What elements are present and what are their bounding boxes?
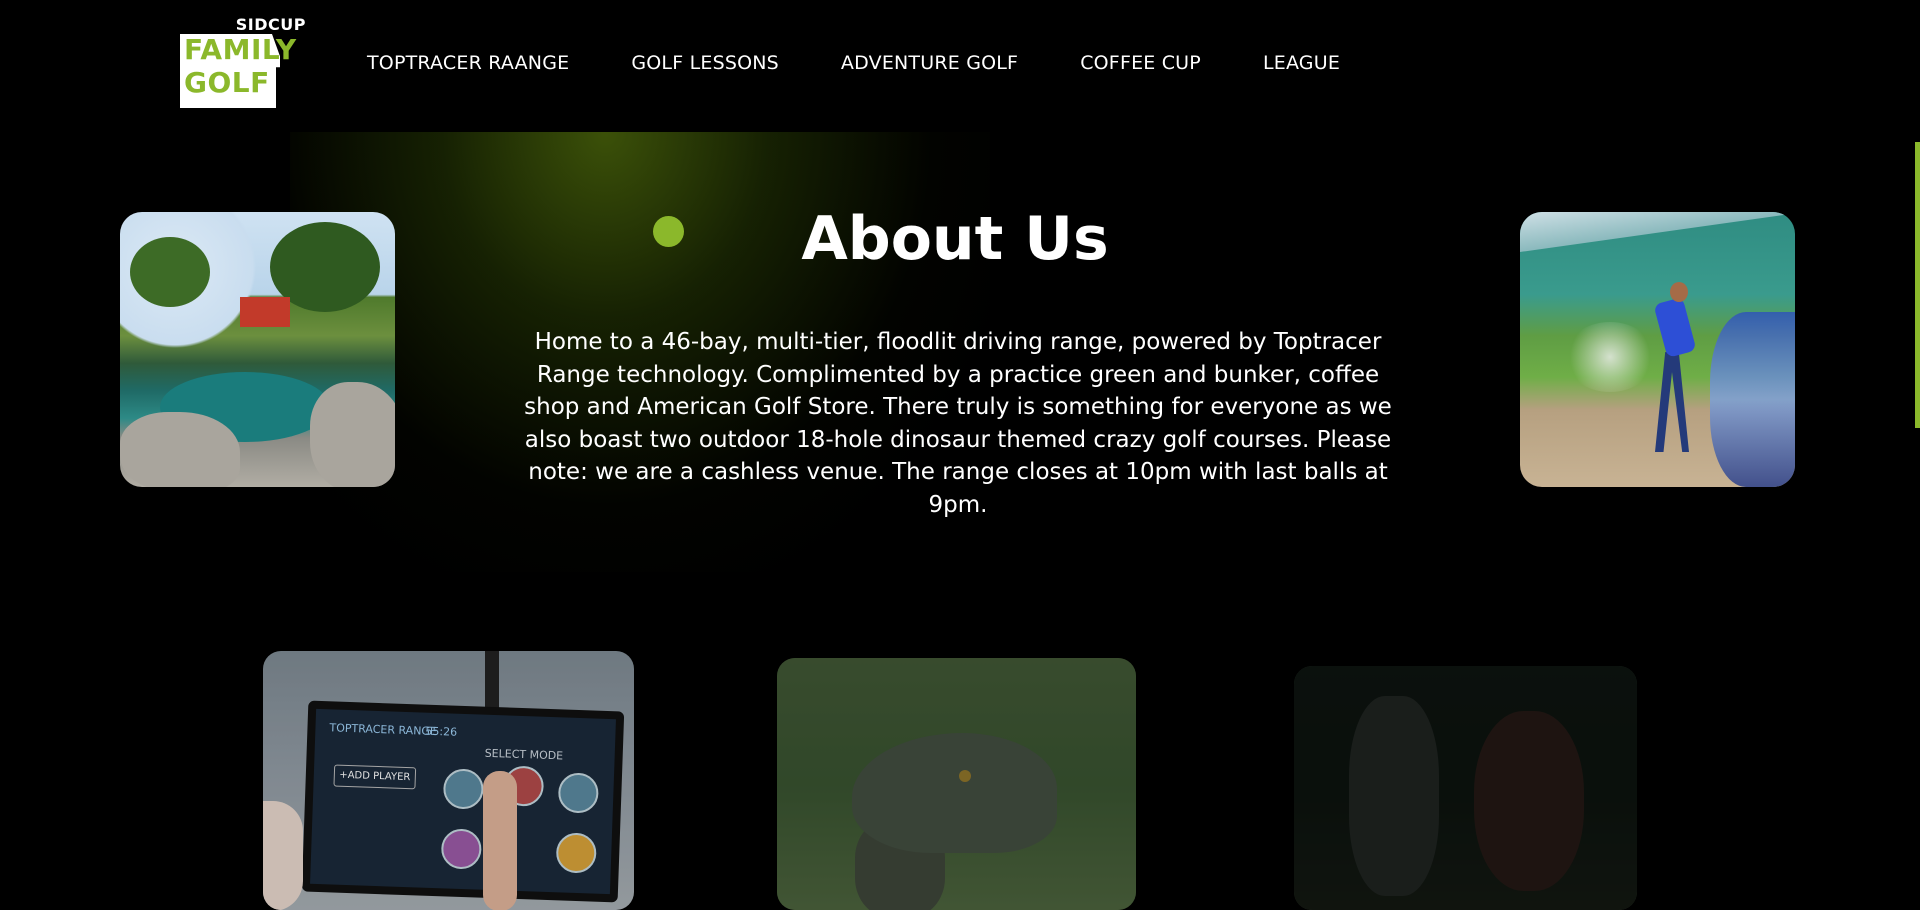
rock-shape bbox=[310, 382, 395, 487]
scrollbar-thumb[interactable] bbox=[1915, 142, 1920, 428]
nav-item-adventure-golf[interactable]: ADVENTURE GOLF bbox=[841, 52, 1018, 74]
range-roof-shape bbox=[1520, 212, 1795, 252]
sand-spray-shape bbox=[1565, 322, 1655, 392]
page-scrollbar[interactable] bbox=[1915, 0, 1920, 910]
about-description: Home to a 46-bay, multi-tier, floodlit d… bbox=[524, 329, 1392, 518]
nav-item-league[interactable]: LEAGUE bbox=[1263, 52, 1340, 74]
rock-shape bbox=[120, 412, 240, 487]
card-overlay bbox=[777, 658, 1136, 910]
tree-shape bbox=[130, 237, 210, 307]
logo-line-1: FAMILY bbox=[184, 33, 297, 66]
sidcup-family-golf-logo[interactable]: SIDCUP FAMILY GOLF bbox=[180, 13, 306, 112]
card-overlay bbox=[1294, 666, 1637, 910]
card-overlay bbox=[263, 651, 634, 910]
golfer-head-shape bbox=[1670, 282, 1688, 302]
nav-item-toptracer-range[interactable]: TOPTRACER RAANGE bbox=[367, 52, 569, 74]
hut-shape bbox=[240, 297, 290, 327]
golfer-body-shape bbox=[1653, 297, 1697, 358]
nav-item-golf-lessons[interactable]: GOLF LESSONS bbox=[631, 52, 779, 74]
site-header: SIDCUP FAMILY GOLF TOPTRACER RAANGE GOLF… bbox=[0, 0, 1920, 132]
nav-item-coffee-cup[interactable]: COFFEE CUP bbox=[1080, 52, 1201, 74]
accent-dot-icon bbox=[653, 216, 684, 247]
card-adventure-golf[interactable] bbox=[777, 658, 1136, 910]
crazy-golf-photo bbox=[120, 212, 395, 487]
card-toptracer-range[interactable]: TOPTRACER RANGE 55:26 SELECT MODE +ADD P… bbox=[263, 651, 634, 910]
card-golf-lessons[interactable] bbox=[1294, 666, 1637, 910]
page: SIDCUP FAMILY GOLF TOPTRACER RAANGE GOLF… bbox=[0, 0, 1920, 910]
golfer-swing-photo bbox=[1520, 212, 1795, 487]
about-title: About Us bbox=[801, 204, 1109, 274]
logo-top-text: SIDCUP bbox=[235, 15, 306, 34]
golfer-legs-shape bbox=[1655, 352, 1689, 452]
main-nav: TOPTRACER RAANGE GOLF LESSONS ADVENTURE … bbox=[367, 52, 1402, 74]
foreground-blur-shape bbox=[1710, 312, 1795, 487]
logo-line-2: GOLF bbox=[184, 66, 270, 99]
